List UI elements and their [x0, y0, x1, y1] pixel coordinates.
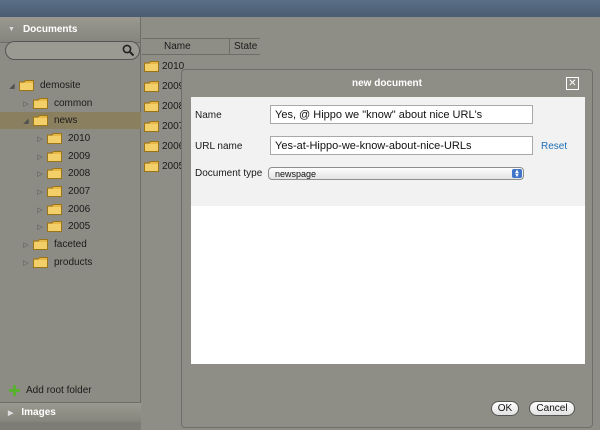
url-name-field[interactable] — [270, 136, 533, 155]
document-type-select[interactable]: newspage ▲ ▼ — [268, 167, 524, 180]
folder-icon — [144, 120, 159, 132]
images-header[interactable]: ▶ Images — [0, 402, 141, 422]
ok-button[interactable]: OK — [491, 401, 519, 416]
triangle-down-icon[interactable]: ◢ — [8, 82, 16, 90]
tree-item[interactable]: ▷ 2010 — [36, 130, 90, 147]
add-root-folder-button[interactable]: Add root folder — [9, 385, 92, 396]
form-content: Name URL name Reset Document type newspa… — [191, 97, 585, 206]
new-document-dialog: new document ✕ Name URL name Reset Docum… — [181, 69, 593, 428]
images-header-label: Images — [21, 407, 56, 418]
triangle-down-icon[interactable]: ◢ — [22, 117, 30, 125]
folder-icon — [47, 151, 62, 162]
tree-item-label: 2006 — [68, 204, 91, 215]
folder-icon — [144, 60, 159, 72]
triangle-right-icon[interactable]: ▷ — [22, 259, 30, 267]
folder-icon — [144, 80, 159, 92]
tree-item[interactable]: ▷ 2009 — [36, 148, 90, 165]
tree-item-label: 2007 — [68, 186, 91, 197]
tree-item-label: products — [54, 257, 93, 268]
cancel-button[interactable]: Cancel — [529, 401, 575, 416]
folder-icon — [47, 221, 62, 232]
triangle-right-icon[interactable]: ▷ — [36, 188, 44, 196]
document-type-label: Document type — [195, 168, 263, 179]
column-header-name[interactable]: Name — [142, 39, 230, 54]
reset-link[interactable]: Reset — [541, 141, 567, 152]
folder-icon — [19, 80, 34, 91]
folder-icon — [47, 168, 62, 179]
tree-item-label: 2008 — [68, 168, 91, 179]
folder-icon — [47, 186, 62, 197]
tree-item[interactable]: ▷ 2006 — [36, 201, 90, 218]
select-arrows-icon: ▲ ▼ — [512, 169, 522, 179]
folder-icon — [144, 160, 159, 172]
tree-item-label: 2010 — [68, 133, 91, 144]
images-panel-strip — [0, 422, 141, 430]
triangle-right-icon[interactable]: ▷ — [36, 206, 44, 214]
triangle-right-icon[interactable]: ▷ — [36, 135, 44, 143]
folder-icon — [47, 204, 62, 215]
documents-panel: ▼ Documents ◢ demosite ▷ common ◢ news ▷ 2010 ▷ 2… — [0, 17, 141, 430]
folder-icon — [144, 140, 159, 152]
list-item[interactable]: 2006 — [142, 136, 184, 156]
list-item[interactable]: 2009 — [142, 76, 184, 96]
triangle-right-icon[interactable]: ▷ — [22, 241, 30, 249]
plus-icon — [9, 385, 20, 396]
tree-item[interactable]: ▷ 2008 — [36, 165, 90, 182]
column-header-state[interactable]: State — [230, 39, 260, 54]
folder-icon — [33, 257, 48, 268]
tree-item[interactable]: ▷ common — [22, 95, 92, 112]
folder-icon — [33, 239, 48, 250]
list-item[interactable]: 2008 — [142, 96, 184, 116]
document-type-value: newspage — [275, 168, 317, 179]
tree-item[interactable]: ◢ news — [0, 112, 141, 129]
dialog-title: new document — [351, 78, 422, 89]
tree-item-label: demosite — [40, 80, 81, 91]
url-name-label: URL name — [195, 141, 243, 152]
tree-item-label: common — [54, 98, 93, 109]
triangle-right-icon[interactable]: ▷ — [36, 223, 44, 231]
collapse-caret-icon: ▼ — [8, 26, 15, 33]
tree-item[interactable]: ◢ demosite — [8, 77, 81, 94]
dialog-body: Name URL name Reset Document type newspa… — [191, 97, 585, 364]
list-item[interactable]: 2007 — [142, 116, 184, 136]
tree-item[interactable]: ▷ 2007 — [36, 183, 90, 200]
list-item[interactable]: 2005 — [142, 156, 184, 176]
tree-item[interactable]: ▷ faceted — [22, 236, 87, 253]
tree-item-label: faceted — [54, 239, 87, 250]
documents-header-label: Documents — [22, 24, 78, 35]
triangle-right-icon[interactable]: ▷ — [36, 153, 44, 161]
folder-icon — [33, 98, 48, 109]
tree-item-label: news — [54, 115, 78, 126]
triangle-right-icon[interactable]: ▷ — [22, 100, 30, 108]
tree-item-label: 2009 — [68, 151, 91, 162]
name-label: Name — [195, 110, 222, 121]
tree-item[interactable]: ▷ 2005 — [36, 218, 90, 235]
add-root-folder-label: Add root folder — [26, 385, 92, 396]
folder-icon — [144, 100, 159, 112]
tree-item-label: 2005 — [68, 221, 91, 232]
documents-header[interactable]: ▼ Documents — [0, 17, 140, 43]
close-icon[interactable]: ✕ — [566, 77, 579, 90]
top-bar — [0, 0, 600, 17]
list-item[interactable]: 2010 — [142, 56, 184, 76]
folder-icon — [33, 115, 48, 126]
triangle-right-icon[interactable]: ▷ — [36, 170, 44, 178]
folder-icon — [47, 133, 62, 144]
search-icon[interactable] — [122, 44, 135, 57]
search-input[interactable] — [5, 41, 140, 60]
tree-item[interactable]: ▷ products — [22, 254, 92, 271]
list-header: Name State — [142, 38, 260, 55]
name-field[interactable] — [270, 105, 533, 124]
expand-caret-icon: ▶ — [8, 409, 14, 417]
